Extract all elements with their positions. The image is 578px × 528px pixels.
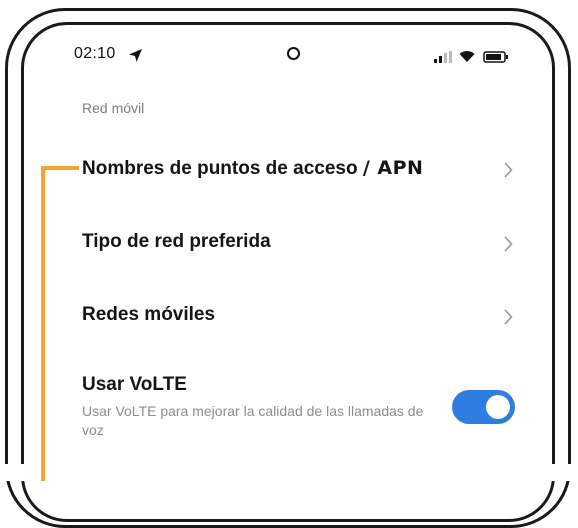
status-bar: 02:10 — [46, 34, 532, 78]
location-arrow-icon — [129, 49, 142, 62]
callout-line-horizontal — [41, 166, 79, 170]
menu-item-apn-suffix: / APN — [362, 157, 424, 179]
chevron-right-icon — [504, 309, 513, 325]
chevron-right-icon — [504, 162, 513, 178]
status-time: 02:10 — [74, 45, 116, 62]
menu-item-mobile-networks-label: Redes móviles — [82, 304, 216, 325]
menu-item-mobile-networks[interactable]: Redes móviles — [46, 293, 532, 343]
menu-item-preferred-network-label: Tipo de red preferida — [82, 231, 271, 252]
front-camera-icon — [287, 47, 300, 60]
volte-toggle[interactable] — [452, 390, 515, 424]
menu-item-preferred-network[interactable]: Tipo de red preferida — [46, 220, 532, 270]
phone-screen: 02:10 Red móvil Nombres de puntos de acc… — [46, 34, 532, 464]
signal-icon — [434, 51, 452, 63]
menu-item-volte-description: Usar VoLTE para mejorar la calidad de la… — [82, 403, 424, 438]
toggle-knob — [486, 395, 510, 419]
chevron-right-icon — [504, 236, 513, 252]
battery-icon — [483, 51, 508, 63]
menu-item-volte-label: Usar VoLTE — [82, 374, 187, 395]
callout-line-vertical — [41, 166, 45, 481]
menu-item-apn[interactable]: Nombres de puntos de acceso / APN — [46, 146, 532, 196]
section-header: Red móvil — [82, 100, 145, 116]
menu-item-apn-title: Nombres de puntos de acceso / APN — [82, 157, 423, 180]
menu-item-apn-label: Nombres de puntos de acceso — [82, 158, 358, 179]
wifi-icon — [459, 51, 475, 62]
bottom-crop — [0, 464, 578, 481]
